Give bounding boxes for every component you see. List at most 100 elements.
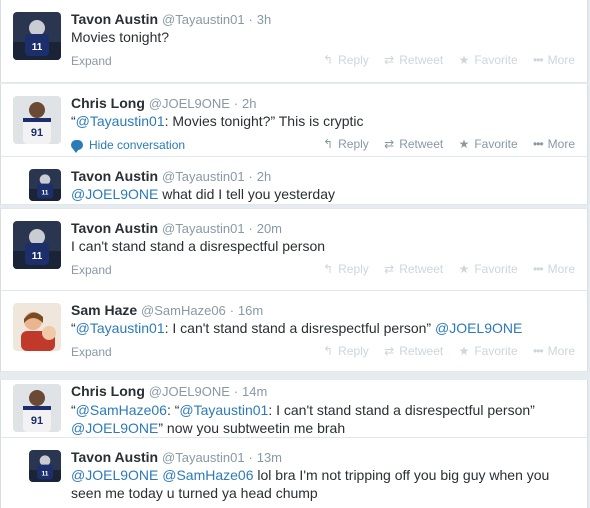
- author-handle[interactable]: @Tayaustin01: [162, 169, 245, 184]
- timestamp[interactable]: 2h: [257, 169, 271, 184]
- timestamp[interactable]: 20m: [257, 221, 282, 236]
- tweet-header: Tavon Austin @Tayaustin01 · 20m: [71, 219, 282, 238]
- svg-text:11: 11: [32, 251, 43, 262]
- tweet-text-line-2: @JOEL9ONE” now you subtweetin me brah: [71, 419, 345, 437]
- avatar-sam-haze[interactable]: [13, 303, 61, 351]
- tweet-header: Chris Long @JOEL9ONE · 14m: [71, 382, 267, 401]
- avatar-chris-long[interactable]: 91: [13, 384, 61, 432]
- tweet-actions: ↰ Reply ⇄ Retweet ★ Favorite ••• More: [311, 53, 575, 67]
- tweet[interactable]: 11 Tavon Austin @Tayaustin01 · 20m I can…: [0, 208, 588, 291]
- favorite-button[interactable]: ★ Favorite: [459, 53, 518, 67]
- mention-link[interactable]: @Tayaustin01: [179, 402, 268, 418]
- author-name[interactable]: Tavon Austin: [71, 11, 158, 27]
- mention-link[interactable]: @Tayaustin01: [76, 113, 165, 129]
- tweet-reply[interactable]: 11 Tavon Austin @Tayaustin01 · 2h @JOEL9…: [0, 156, 588, 205]
- timestamp[interactable]: 13m: [257, 450, 282, 465]
- expand-link[interactable]: Expand: [71, 345, 112, 359]
- svg-text:11: 11: [41, 189, 48, 196]
- retweet-button[interactable]: ⇄ Retweet: [384, 262, 443, 276]
- expand-link[interactable]: Expand: [71, 54, 112, 68]
- separator-dot: ·: [233, 96, 239, 111]
- author-handle[interactable]: @JOEL9ONE: [149, 96, 230, 111]
- author-name[interactable]: Tavon Austin: [71, 168, 158, 184]
- separator-dot: ·: [248, 221, 253, 236]
- author-handle[interactable]: @SamHaze06: [141, 303, 226, 318]
- star-icon: ★: [458, 344, 470, 358]
- mention-link[interactable]: @JOEL9ONE: [71, 467, 158, 483]
- ellipsis-icon: •••: [533, 53, 544, 67]
- avatar-chris-long[interactable]: 91: [13, 96, 61, 144]
- author-name[interactable]: Tavon Austin: [71, 220, 158, 236]
- retweet-button[interactable]: ⇄ Retweet: [384, 53, 443, 67]
- reply-label: Reply: [338, 53, 369, 67]
- author-handle[interactable]: @JOEL9ONE: [149, 384, 230, 399]
- hide-conversation-link[interactable]: Hide conversation: [71, 138, 186, 153]
- tweet-body: Movies tonight?: [71, 29, 170, 45]
- mention-link[interactable]: @JOEL9ONE: [71, 186, 158, 202]
- timestamp[interactable]: 14m: [242, 384, 267, 399]
- favorite-button[interactable]: ★ Favorite: [459, 344, 518, 358]
- ellipsis-icon: •••: [533, 262, 544, 276]
- reply-arrow-icon: ↰: [323, 53, 334, 67]
- avatar-tavon-austin[interactable]: 11: [29, 169, 61, 201]
- tweet-body: I can't stand stand a disrespectful pers…: [71, 238, 326, 254]
- tweet-body: : “: [166, 402, 180, 418]
- tweet-text: Movies tonight?: [71, 28, 169, 46]
- reply-button[interactable]: ↰ Reply: [323, 262, 369, 276]
- mention-link[interactable]: @JOEL9ONE: [435, 320, 522, 336]
- reply-button[interactable]: ↰ Reply: [323, 137, 369, 151]
- avatar-tavon-austin[interactable]: 11: [13, 221, 61, 269]
- reply-button[interactable]: ↰ Reply: [323, 53, 369, 67]
- tweet[interactable]: 91 Chris Long @JOEL9ONE · 2h “@Tayaustin…: [0, 84, 588, 156]
- mention-link[interactable]: @JOEL9ONE: [71, 420, 158, 436]
- timestamp[interactable]: 16m: [238, 303, 263, 318]
- tweet[interactable]: Sam Haze @SamHaze06 · 16m “@Tayaustin01:…: [0, 291, 588, 372]
- ellipsis-icon: •••: [533, 344, 544, 358]
- retweet-button[interactable]: ⇄ Retweet: [384, 137, 443, 151]
- favorite-label: Favorite: [474, 53, 518, 67]
- tweet-text: “@Tayaustin01: Movies tonight?” This is …: [71, 112, 364, 130]
- tweet-text: “@Tayaustin01: I can't stand stand a dis…: [71, 319, 522, 337]
- retweet-icon: ⇄: [384, 53, 395, 67]
- tweet-reply[interactable]: 11 Tavon Austin @Tayaustin01 · 13m @JOEL…: [0, 437, 588, 508]
- svg-text:11: 11: [32, 42, 43, 53]
- retweet-label: Retweet: [399, 137, 444, 151]
- tweet[interactable]: 11 Tavon Austin @Tayaustin01 · 3h Movies…: [0, 0, 588, 83]
- tweet-body: seen me today u turned ya head chump: [71, 485, 318, 501]
- hide-conversation-label: Hide conversation: [89, 138, 186, 152]
- tweet-header: Tavon Austin @Tayaustin01 · 13m: [71, 448, 282, 467]
- mention-link[interactable]: @Tayaustin01: [76, 320, 165, 336]
- tweet-text-line-2: seen me today u turned ya head chump: [71, 484, 318, 502]
- tweet-header: Tavon Austin @Tayaustin01 · 3h: [71, 10, 271, 29]
- star-icon: ★: [458, 53, 470, 67]
- star-icon: ★: [458, 262, 470, 276]
- mention-link[interactable]: @SamHaze06: [162, 467, 253, 483]
- more-button[interactable]: ••• More: [533, 137, 575, 151]
- timestamp[interactable]: 2h: [242, 96, 256, 111]
- expand-link[interactable]: Expand: [71, 263, 112, 277]
- more-button[interactable]: ••• More: [533, 344, 575, 358]
- avatar-tavon-austin[interactable]: 11: [29, 450, 61, 482]
- separator-dot: ·: [248, 169, 253, 184]
- author-name[interactable]: Chris Long: [71, 383, 145, 399]
- mention-link[interactable]: @SamHaze06: [76, 402, 167, 418]
- author-name[interactable]: Tavon Austin: [71, 449, 158, 465]
- author-handle[interactable]: @Tayaustin01: [162, 221, 245, 236]
- reply-button[interactable]: ↰ Reply: [323, 344, 369, 358]
- author-handle[interactable]: @Tayaustin01: [162, 12, 245, 27]
- retweet-button[interactable]: ⇄ Retweet: [384, 344, 443, 358]
- avatar-tavon-austin[interactable]: 11: [13, 12, 61, 60]
- tweet[interactable]: 91 Chris Long @JOEL9ONE · 14m “@SamHaze0…: [0, 380, 588, 437]
- timestamp[interactable]: 3h: [257, 12, 271, 27]
- tweet-body: : Movies tonight?” This is cryptic: [164, 113, 364, 129]
- favorite-button[interactable]: ★ Favorite: [459, 262, 518, 276]
- more-button[interactable]: ••• More: [533, 262, 575, 276]
- more-label: More: [547, 344, 575, 358]
- author-name[interactable]: Sam Haze: [71, 302, 137, 318]
- author-handle[interactable]: @Tayaustin01: [162, 450, 245, 465]
- speech-bubble-icon: [71, 140, 83, 153]
- author-name[interactable]: Chris Long: [71, 95, 145, 111]
- svg-text:91: 91: [31, 415, 43, 427]
- favorite-button[interactable]: ★ Favorite: [459, 137, 518, 151]
- more-button[interactable]: ••• More: [533, 53, 575, 67]
